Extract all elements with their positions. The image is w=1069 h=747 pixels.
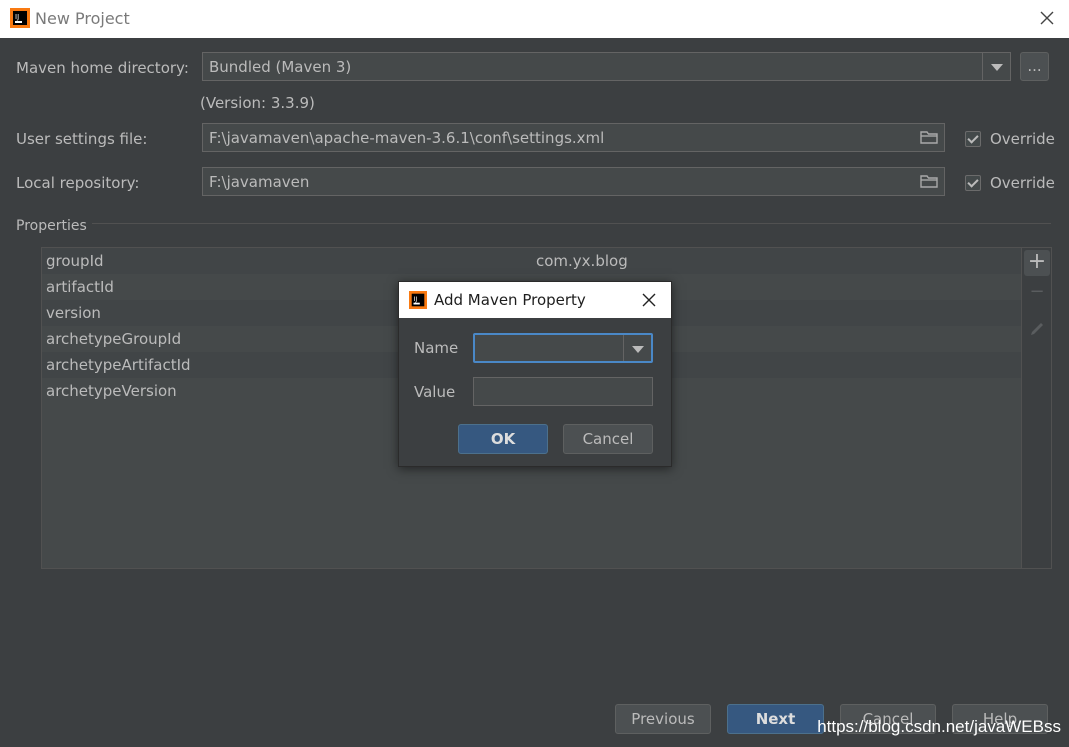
local-repository-value: F:\javamaven: [209, 173, 310, 191]
user-settings-override-label: Override: [990, 130, 1055, 148]
add-property-button[interactable]: +: [1024, 250, 1050, 276]
dialog-title: Add Maven Property: [434, 291, 586, 309]
maven-version-text: (Version: 3.3.9): [200, 94, 315, 112]
add-maven-property-dialog: IJ Add Maven Property Name Value OK Canc…: [398, 281, 672, 467]
properties-section-label: Properties: [16, 218, 87, 234]
remove-property-button[interactable]: −: [1024, 280, 1050, 306]
maven-home-label: Maven home directory:: [16, 59, 189, 77]
close-icon[interactable]: [641, 292, 657, 308]
browse-button[interactable]: ...: [1020, 52, 1049, 81]
intellij-logo-icon: IJ: [10, 8, 30, 28]
local-repository-override-checkbox[interactable]: [965, 175, 981, 191]
user-settings-field[interactable]: F:\javamaven\apache-maven-3.6.1\conf\set…: [202, 123, 945, 152]
value-field[interactable]: [473, 377, 653, 406]
user-settings-label: User settings file:: [16, 130, 148, 148]
user-settings-value: F:\javamaven\apache-maven-3.6.1\conf\set…: [209, 129, 605, 147]
folder-icon[interactable]: [920, 174, 938, 188]
chevron-down-icon[interactable]: [982, 53, 1010, 80]
intellij-logo-icon: IJ: [409, 291, 427, 309]
maven-home-value: Bundled (Maven 3): [209, 58, 352, 76]
svg-text:IJ: IJ: [414, 296, 418, 303]
local-repository-override-label: Override: [990, 174, 1055, 192]
ok-button[interactable]: OK: [458, 424, 548, 454]
chevron-down-icon[interactable]: [623, 335, 651, 361]
local-repository-label: Local repository:: [16, 174, 140, 192]
window-title: New Project: [35, 9, 130, 28]
properties-divider: [92, 223, 1051, 224]
window-title-bar: IJ New Project: [0, 0, 1069, 38]
property-value: com.yx.blog: [536, 252, 628, 270]
local-repository-field[interactable]: F:\javamaven: [202, 167, 945, 196]
name-label: Name: [414, 339, 459, 357]
properties-toolbar: + −: [1022, 247, 1052, 569]
folder-icon[interactable]: [920, 130, 938, 144]
dialog-cancel-button[interactable]: Cancel: [563, 424, 653, 454]
property-key: groupId: [46, 252, 104, 270]
svg-text:IJ: IJ: [15, 13, 19, 21]
value-label: Value: [414, 383, 456, 401]
watermark: https://blog.csdn.net/javaWEBss: [817, 717, 1061, 736]
previous-button[interactable]: Previous: [615, 704, 711, 734]
dialog-title-bar: IJ Add Maven Property: [399, 282, 671, 318]
table-row[interactable]: groupId com.yx.blog: [42, 248, 1021, 274]
user-settings-override-checkbox[interactable]: [965, 131, 981, 147]
close-icon[interactable]: [1037, 8, 1057, 28]
next-button[interactable]: Next: [727, 704, 824, 734]
name-combo[interactable]: [473, 333, 653, 363]
maven-home-combo[interactable]: Bundled (Maven 3): [202, 52, 1011, 81]
edit-pencil-icon[interactable]: [1024, 314, 1050, 340]
